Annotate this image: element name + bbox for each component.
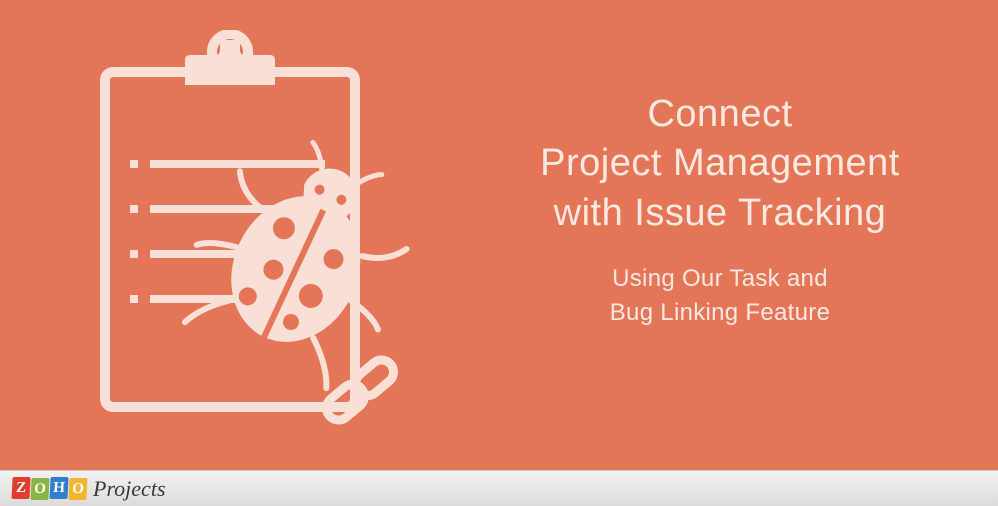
zoho-logo: Z O H O <box>12 478 87 500</box>
zoho-letter-o1: O <box>30 478 49 500</box>
banner-subheading: Using Our Task and Bug Linking Feature <box>475 262 965 329</box>
promo-banner: Connect Project Management with Issue Tr… <box>0 0 998 470</box>
heading-line-1: Connect <box>647 93 792 135</box>
zoho-letter-h: H <box>49 477 68 499</box>
banner-illustration <box>70 30 430 430</box>
banner-text: Connect Project Management with Issue Tr… <box>475 90 965 329</box>
clipboard-bug-link-icon <box>70 30 430 430</box>
subheading-line-1: Using Our Task and <box>612 265 828 292</box>
heading-line-3: with Issue Tracking <box>554 192 887 234</box>
zoho-letter-o2: O <box>68 478 87 500</box>
heading-line-2: Project Management <box>540 142 900 184</box>
zoho-letter-z: Z <box>11 477 30 499</box>
footer-bar: Z O H O Projects <box>0 470 998 506</box>
banner-heading: Connect Project Management with Issue Tr… <box>475 90 965 238</box>
subheading-line-2: Bug Linking Feature <box>610 299 831 326</box>
product-name: Projects <box>93 476 166 502</box>
